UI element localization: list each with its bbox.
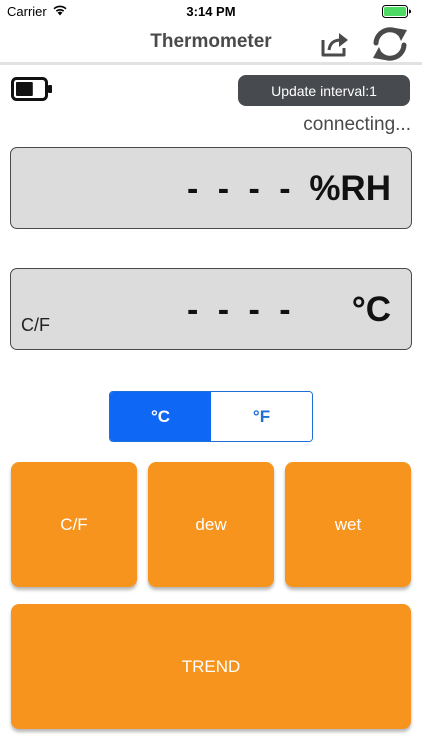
humidity-unit: %RH [309,169,391,208]
trend-button-label: TREND [181,656,241,676]
dew-button-label: dew [195,514,227,534]
refresh-button[interactable] [369,26,411,62]
temperature-value: - - - - [187,291,296,329]
fahrenheit-segment[interactable]: °F [211,392,312,441]
update-interval-button[interactable]: Update interval:1 [238,75,410,106]
wet-button-label: wet [334,514,362,534]
connection-status: connecting... [303,114,411,135]
nav-bar: Thermometer [0,22,422,64]
dew-button[interactable]: dew [148,462,274,587]
humidity-display: - - - - %RH [10,147,412,229]
app-screen: Carrier 3:14 PM Thermometer Update inter… [0,0,422,750]
page-title: Thermometer [150,31,272,52]
temperature-display: - - - - °C C/F [10,268,412,350]
temperature-unit: °C [351,290,391,329]
battery-full-icon [382,5,412,21]
humidity-value: - - - - [187,170,296,208]
temperature-mode-label: C/F [21,315,50,335]
cf-button-label: C/F [60,514,88,534]
celsius-segment[interactable]: °C [110,392,211,441]
cf-button[interactable]: C/F [11,462,137,587]
battery-low-icon [11,77,53,101]
status-time: 3:14 PM [186,4,236,19]
share-button[interactable] [320,30,350,58]
share-icon [320,33,350,62]
nav-divider [0,62,422,65]
trend-button[interactable]: TREND [11,604,411,729]
wet-button[interactable]: wet [285,462,411,587]
unit-toggle: °C °F [109,391,313,442]
status-bar: Carrier 3:14 PM [0,0,422,22]
update-interval-label: Update interval:1 [271,82,377,99]
